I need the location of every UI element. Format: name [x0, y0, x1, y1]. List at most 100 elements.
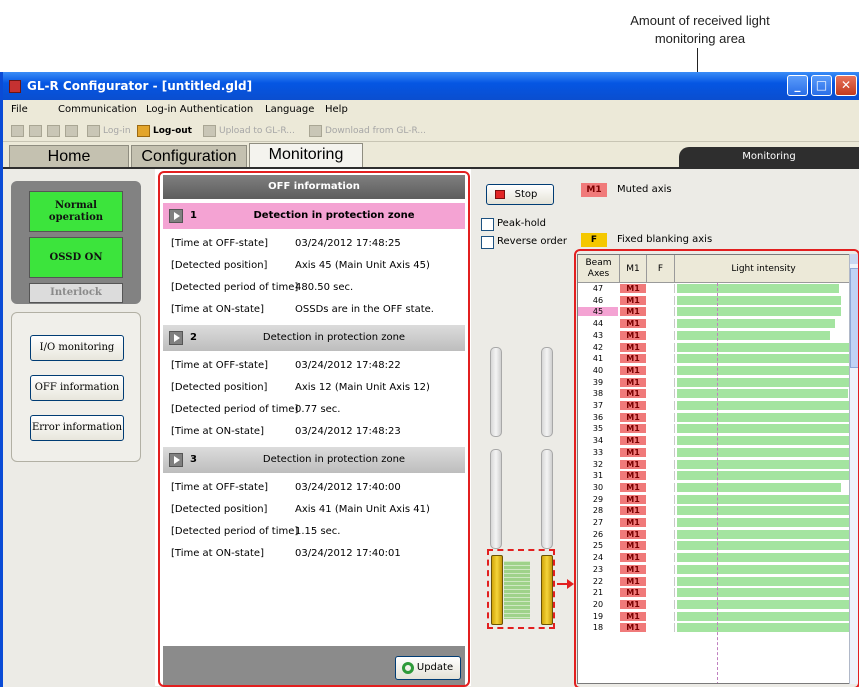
- table-row[interactable]: 18 M1: [578, 623, 850, 633]
- record-title: Detection in protection zone: [262, 332, 406, 343]
- fixed-flag: [648, 506, 675, 516]
- table-row[interactable]: 20 M1: [578, 599, 850, 609]
- open-file-icon[interactable]: [29, 125, 42, 137]
- close-button[interactable]: ✕: [835, 75, 857, 96]
- play-icon: [169, 453, 183, 467]
- record-header[interactable]: 1 Detection in protection zone: [163, 203, 465, 229]
- menu-language[interactable]: Language: [265, 100, 314, 120]
- beam-axis-number: 41: [592, 354, 604, 364]
- tab-home[interactable]: Home: [9, 145, 129, 167]
- table-row[interactable]: 23 M1: [578, 564, 850, 574]
- stop-label: Stop: [514, 189, 538, 200]
- menu-help[interactable]: Help: [325, 100, 348, 120]
- record-title: Detection in protection zone: [253, 210, 415, 221]
- beam-axis-number: 20: [592, 599, 604, 609]
- save-icon[interactable]: [47, 125, 60, 137]
- new-file-icon[interactable]: [11, 125, 24, 137]
- table-row[interactable]: 39 M1: [578, 377, 850, 387]
- record-header[interactable]: 2 Detection in protection zone: [163, 325, 465, 351]
- record-row: [Time at OFF-state] 03/24/2012 17:40:00: [171, 477, 465, 499]
- menu-file[interactable]: File: [11, 100, 28, 120]
- fixed-flag: [648, 447, 675, 457]
- minimize-button[interactable]: _: [787, 75, 808, 96]
- fixed-flag: [648, 424, 675, 434]
- table-row[interactable]: 37 M1: [578, 401, 850, 410]
- stop-button[interactable]: Stop: [486, 184, 554, 205]
- table-row[interactable]: 27 M1: [578, 518, 850, 527]
- record-row: [Time at ON-state] 03/24/2012 17:40:01: [171, 543, 465, 565]
- row-key: [Time at OFF-state]: [171, 238, 268, 249]
- table-row[interactable]: 28 M1: [578, 506, 850, 516]
- scroll-thumb[interactable]: [850, 268, 859, 368]
- table-header: Beam Axes M1 F Light intensity: [578, 255, 850, 283]
- table-scrollbar[interactable]: [849, 254, 859, 684]
- reverse-order-checkbox[interactable]: Reverse order: [481, 235, 567, 249]
- tab-monitoring[interactable]: Monitoring: [249, 143, 363, 167]
- menu-login-authentication[interactable]: Log-in Authentication: [146, 100, 253, 120]
- intensity-bar: [677, 377, 850, 387]
- intensity-bar: [677, 401, 850, 410]
- table-row[interactable]: 33 M1: [578, 447, 850, 457]
- table-row[interactable]: 41 M1: [578, 354, 850, 364]
- fixed-flag: [648, 471, 675, 481]
- table-row[interactable]: 30 M1: [578, 482, 850, 492]
- download-icon: [309, 125, 322, 137]
- upload-button[interactable]: Upload to GL-R...: [219, 120, 295, 142]
- status-panel: Normal operation OSSD ON Interlock: [11, 181, 141, 304]
- muted-flag: M1: [620, 576, 646, 586]
- io-monitoring-button[interactable]: I/O monitoring: [30, 335, 124, 361]
- beam-axis-number: 42: [592, 342, 604, 352]
- intensity-bar: [677, 354, 850, 364]
- muted-flag: M1: [620, 436, 646, 446]
- beam-axis-number: 35: [592, 424, 604, 434]
- update-button[interactable]: Update: [395, 656, 461, 680]
- off-information-button[interactable]: OFF information: [30, 375, 124, 401]
- table-row[interactable]: 21 M1: [578, 588, 850, 598]
- table-row[interactable]: 36 M1: [578, 412, 850, 422]
- table-row[interactable]: 22 M1: [578, 576, 850, 586]
- table-row[interactable]: 29 M1: [578, 494, 850, 504]
- intensity-bar: [677, 365, 850, 375]
- mode-label: Monitoring: [679, 147, 859, 167]
- fixed-flag: [648, 564, 675, 574]
- row-key: [Time at ON-state]: [171, 304, 264, 315]
- peak-hold-checkbox[interactable]: Peak-hold: [481, 217, 546, 231]
- beam-axis-number: 33: [592, 447, 604, 457]
- row-value: 03/24/2012 17:48:25: [295, 238, 401, 249]
- intensity-bar: [677, 623, 850, 633]
- table-row[interactable]: 40 M1: [578, 365, 850, 375]
- menu-bar: File Communication Log-in Authentication…: [3, 100, 859, 120]
- logout-button[interactable]: Log-out: [153, 120, 192, 142]
- table-row[interactable]: 31 M1: [578, 471, 850, 481]
- print-icon[interactable]: [65, 125, 78, 137]
- table-row[interactable]: 43 M1: [578, 330, 850, 340]
- table-row[interactable]: 26 M1: [578, 529, 850, 539]
- sensor-upper-right: [541, 347, 553, 437]
- table-row[interactable]: 25 M1: [578, 541, 850, 551]
- download-button[interactable]: Download from GL-R...: [325, 120, 426, 142]
- table-row[interactable]: 34 M1: [578, 436, 850, 446]
- muted-flag: M1: [620, 599, 646, 609]
- beam-axis-number: 28: [592, 506, 604, 516]
- tab-configuration[interactable]: Configuration: [131, 145, 247, 167]
- table-row[interactable]: 44 M1: [578, 319, 850, 329]
- error-information-button[interactable]: Error information: [30, 415, 124, 441]
- record-header[interactable]: 3 Detection in protection zone: [163, 447, 465, 473]
- table-row[interactable]: 45 M1: [578, 307, 850, 317]
- table-row[interactable]: 35 M1: [578, 424, 850, 434]
- table-row[interactable]: 32 M1: [578, 459, 850, 469]
- table-row[interactable]: 47 M1: [578, 284, 850, 293]
- table-row[interactable]: 19 M1: [578, 611, 850, 621]
- beam-axis-number: 38: [592, 389, 604, 399]
- logout-icon: [137, 125, 150, 137]
- menu-communication[interactable]: Communication: [58, 100, 137, 120]
- fixed-flag: [648, 588, 675, 598]
- login-button[interactable]: Log-in: [103, 120, 131, 142]
- maximize-button[interactable]: □: [811, 75, 832, 96]
- table-row[interactable]: 38 M1: [578, 389, 850, 399]
- scroll-up-icon[interactable]: [850, 254, 859, 264]
- table-row[interactable]: 46 M1: [578, 295, 850, 305]
- table-row[interactable]: 42 M1: [578, 342, 850, 352]
- row-key: [Time at ON-state]: [171, 548, 264, 559]
- table-row[interactable]: 24 M1: [578, 553, 850, 563]
